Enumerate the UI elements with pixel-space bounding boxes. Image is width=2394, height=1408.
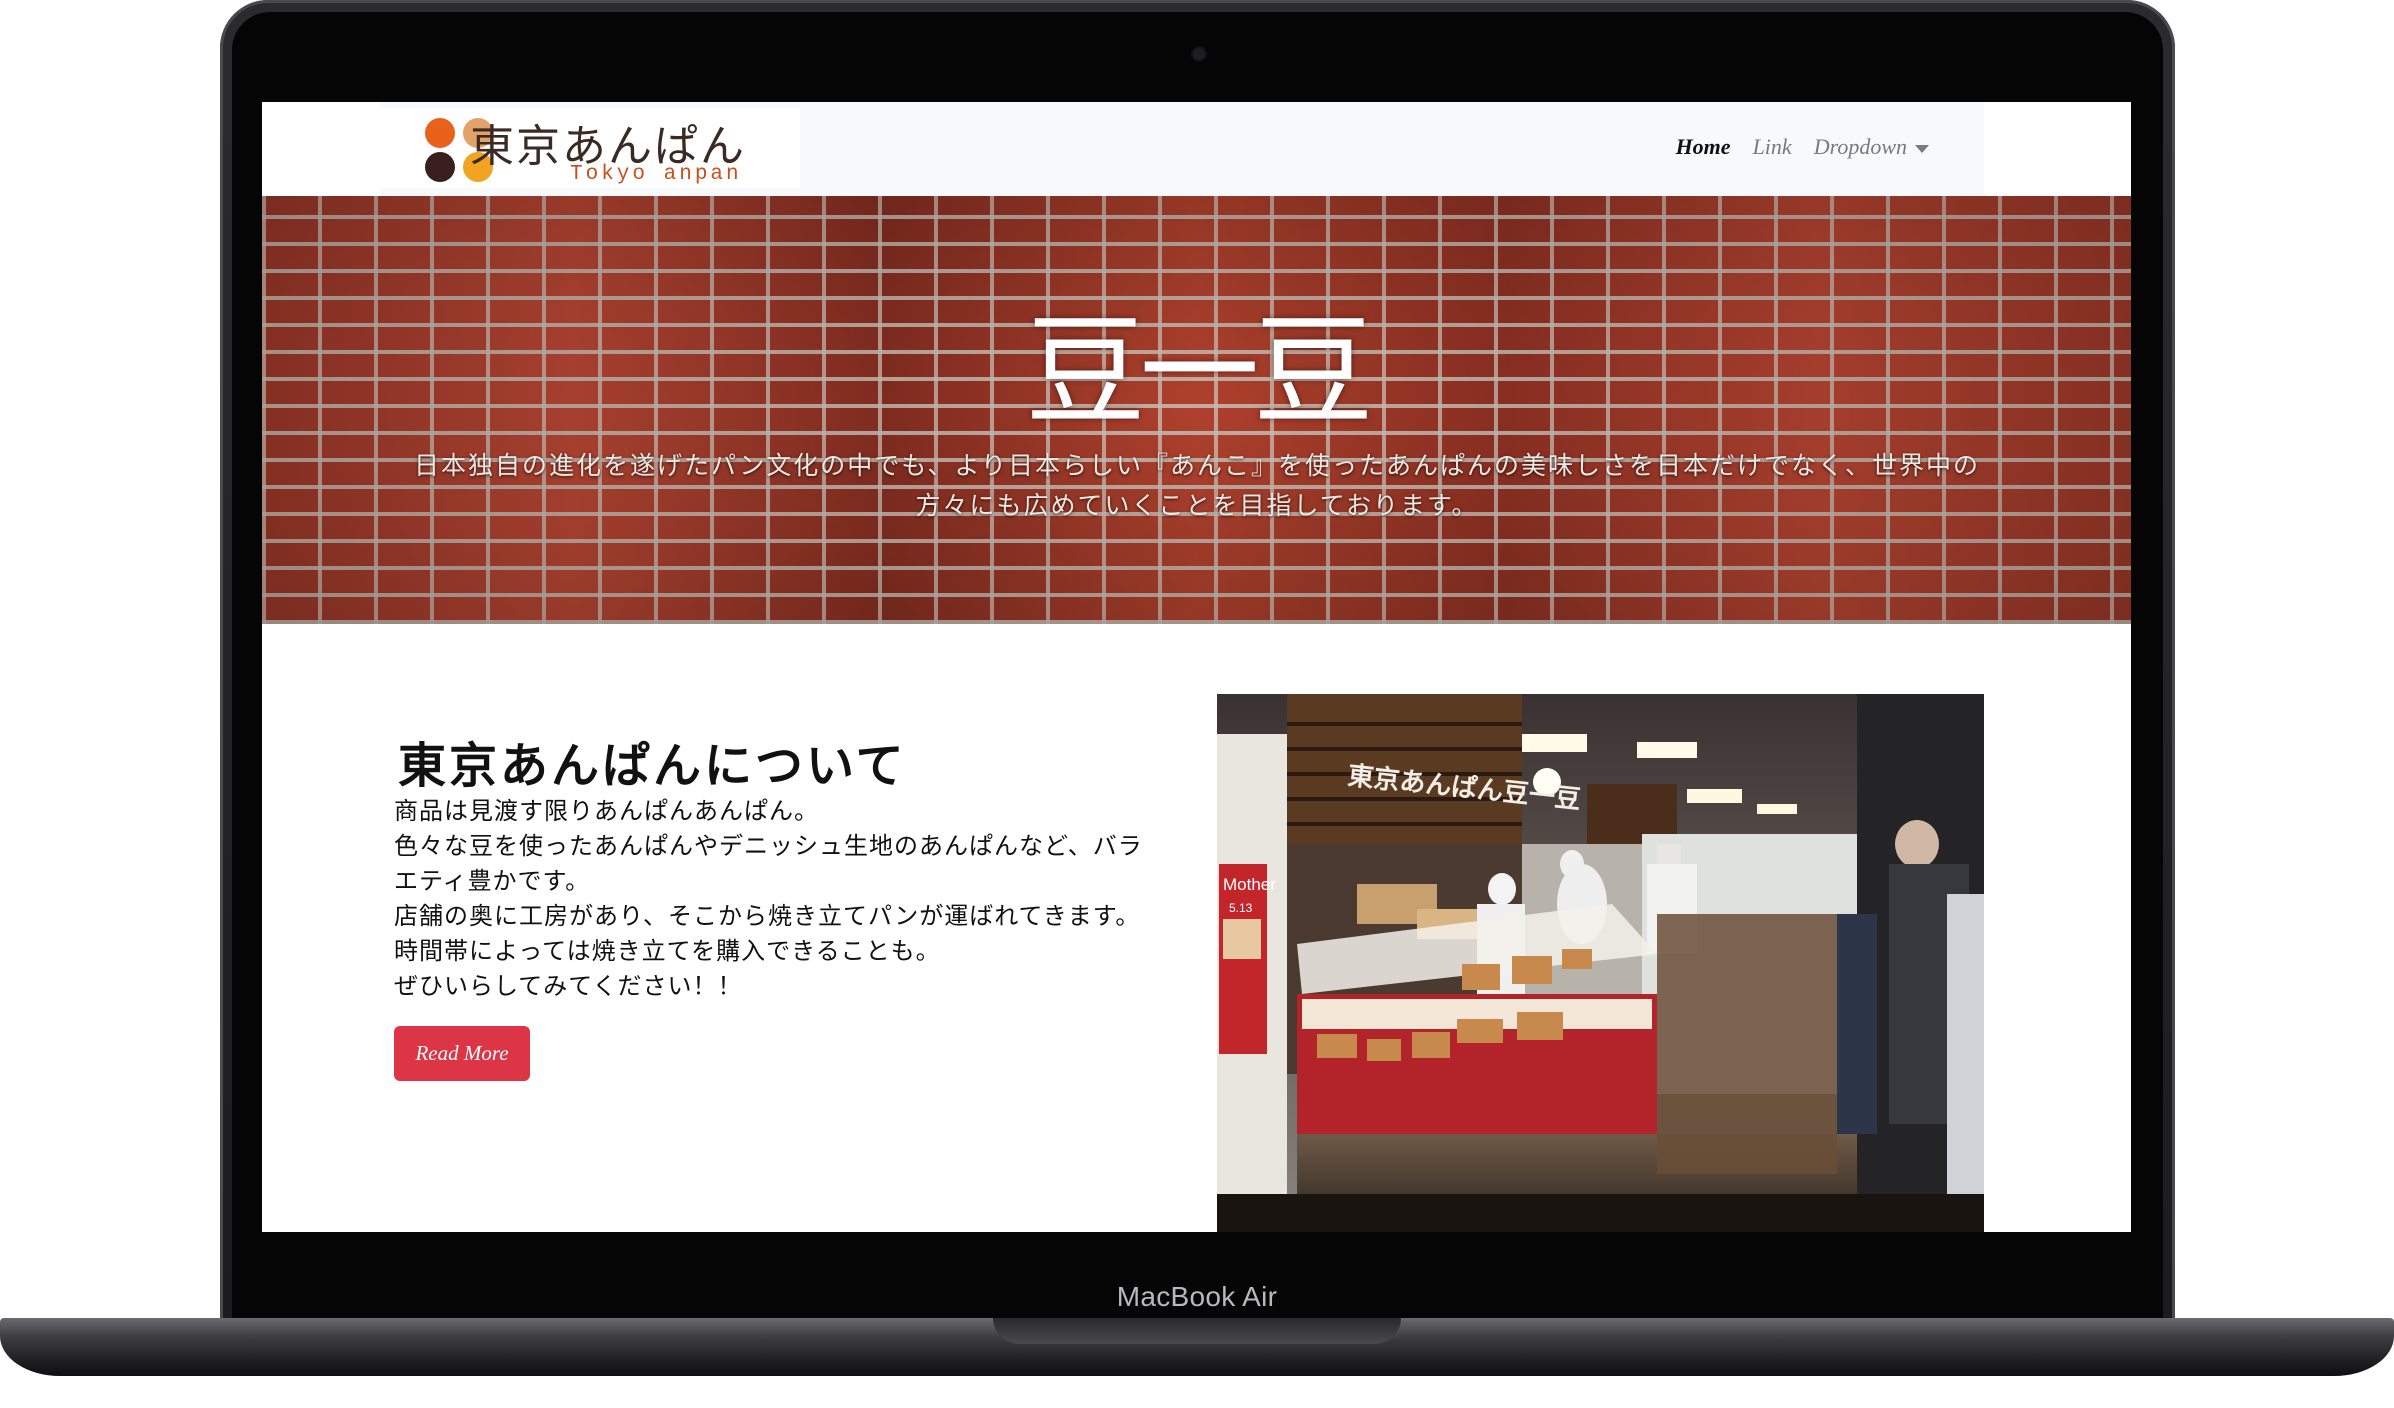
- poster-text: Mother: [1223, 875, 1276, 894]
- about-line: 時間帯によっては焼き立てを購入できることも。: [394, 937, 941, 965]
- camera-icon: [1193, 48, 1205, 60]
- laptop-base-notch: [993, 1318, 1401, 1344]
- device-label: MacBook Air: [1116, 1281, 1278, 1312]
- about-line: ぜひいらしてみてください！！: [394, 972, 743, 1000]
- hero-banner: 豆一豆 日本独自の進化を遂げたパン文化の中でも、より日本らしい『あんこ』を使った…: [262, 196, 2131, 624]
- nav-dropdown-label: Dropdown: [1813, 134, 1907, 159]
- poster-date: 5.13: [1229, 901, 1253, 915]
- brand-logo[interactable]: 東京あんぱん Tokyo anpan: [380, 108, 800, 188]
- nav-home-link[interactable]: Home: [1676, 134, 1731, 160]
- browser-viewport: 東京あんぱん Tokyo anpan Home Link Dropdown 豆一…: [262, 102, 2131, 1232]
- logo-dot-3: [425, 152, 455, 182]
- about-line: 店舗の奥に工房があり、そこから焼き立てパンが運ばれてきます。: [394, 902, 1141, 930]
- nav-link-link[interactable]: Link: [1753, 134, 1792, 160]
- about-heading: 東京あんぱんについて: [398, 738, 907, 794]
- hero-title: 豆一豆: [1025, 303, 1374, 442]
- hero-description: 日本独自の進化を遂げたパン文化の中でも、より日本らしい『あんこ』を使ったあんぱん…: [413, 451, 1980, 520]
- logo-text-english: Tokyo anpan: [570, 163, 742, 186]
- navbar: 東京あんぱん Tokyo anpan Home Link Dropdown: [380, 102, 1984, 196]
- about-line: 商品は見渡す限りあんぱんあんぱん。: [394, 797, 819, 825]
- logo-dot-1: [425, 118, 455, 148]
- nav-links: Home Link Dropdown: [1676, 134, 1929, 160]
- read-more-button[interactable]: Read More: [394, 1026, 530, 1081]
- caret-down-icon: [1915, 144, 1929, 153]
- about-body: 商品は見渡す限りあんぱんあんぱん。 色々な豆を使ったあんぱんやデニッシュ生地のあ…: [394, 794, 1154, 1004]
- about-line: 色々な豆を使ったあんぱんやデニッシュ生地のあんぱんなど、バラエティ豊かです。: [394, 832, 1143, 895]
- shop-photo: Mother 5.13 東京あんぱん豆一豆: [1217, 694, 1984, 1232]
- nav-dropdown-toggle[interactable]: Dropdown: [1814, 134, 1929, 160]
